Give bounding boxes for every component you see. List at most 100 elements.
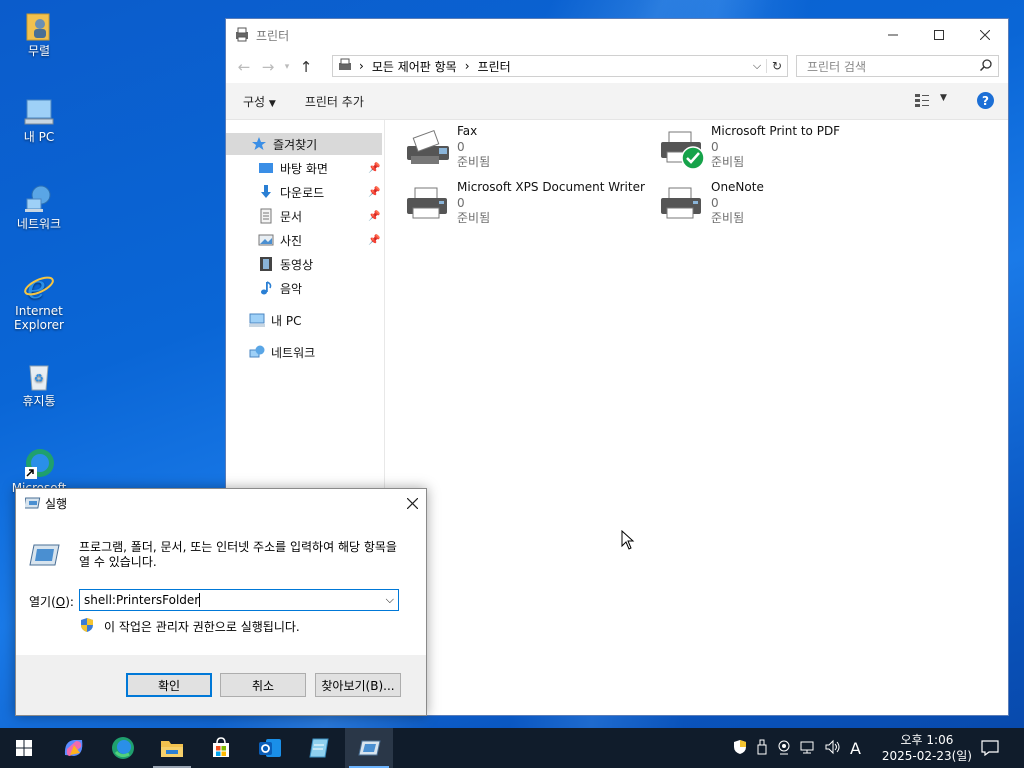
volume-icon[interactable] — [825, 739, 841, 758]
pin-icon: 📌 — [368, 211, 381, 222]
nav-item-downloads[interactable]: 다운로드 — [258, 181, 324, 203]
add-printer-button[interactable]: 프린터 추가 — [305, 93, 364, 110]
desktop-folder-icon — [258, 160, 274, 176]
desktop-icon-user-folder[interactable]: 무렬 — [6, 10, 72, 58]
taskbar: A 오후 1:06 2025-02-23(일) — [0, 728, 1024, 768]
notepad-taskbar-button[interactable] — [295, 728, 343, 768]
desktop-icon-this-pc[interactable]: 내 PC — [6, 96, 72, 144]
document-icon — [258, 208, 274, 224]
printer-icon — [405, 186, 453, 226]
notification-center-button[interactable] — [968, 728, 1012, 768]
star-icon — [251, 136, 267, 152]
help-icon[interactable]: ? — [977, 92, 994, 109]
network-status-icon[interactable] — [800, 739, 816, 758]
nav-item-desktop[interactable]: 바탕 화면 — [258, 157, 328, 179]
usb-device-icon[interactable] — [756, 739, 768, 758]
view-dropdown-chevron-icon[interactable]: ▼ — [940, 93, 947, 103]
refresh-icon[interactable]: ↻ — [766, 59, 787, 73]
nav-label: 문서 — [280, 209, 303, 224]
open-label-text: 열기( — [29, 595, 56, 609]
breadcrumb-control-panel-items[interactable]: 모든 제어판 항목 — [372, 58, 457, 75]
printer-item-xps-writer[interactable]: Microsoft XPS Document Writer 0 준비됨 — [405, 180, 645, 227]
picture-icon — [258, 232, 274, 248]
printer-status: 준비됨 — [711, 155, 745, 169]
run-close-button[interactable] — [400, 491, 424, 515]
printer-name: Fax — [457, 124, 478, 138]
search-icon — [979, 58, 992, 74]
clock[interactable]: 오후 1:06 2025-02-23(일) — [882, 732, 972, 764]
printer-item-print-to-pdf[interactable]: Microsoft Print to PDF 0 준비됨 — [659, 124, 840, 171]
printer-queue-count: 0 — [711, 139, 719, 154]
chevron-down-icon: ▼ — [268, 98, 276, 109]
run-dialog: 실행 프로그램, 폴더, 문서, 또는 인터넷 주소를 입력하여 해당 항목을 … — [15, 488, 427, 716]
desktop-icon-internet-explorer[interactable]: e Internet Explorer — [6, 268, 72, 332]
file-explorer-taskbar-button[interactable] — [148, 728, 196, 768]
printer-status: 준비됨 — [457, 211, 491, 225]
desktop-icon-network[interactable]: 네트워크 — [6, 183, 72, 231]
recent-chevron-icon[interactable]: ▾ — [280, 62, 294, 72]
nav-item-documents[interactable]: 문서 — [258, 205, 302, 227]
nav-label: 사진 — [280, 233, 303, 248]
browse-button[interactable]: 찾아보기(B)... — [315, 673, 401, 697]
admin-note: 이 작업은 관리자 권한으로 실행됩니다. — [104, 620, 300, 634]
open-input-value: shell:PrintersFolder — [84, 593, 200, 607]
up-arrow-icon[interactable]: ↑ — [294, 58, 318, 76]
nav-label: 바탕 화면 — [280, 161, 328, 176]
security-shield-icon[interactable] — [733, 739, 747, 758]
close-button[interactable] — [962, 19, 1008, 51]
organize-button[interactable]: 구성 ▼ — [243, 93, 276, 110]
printer-item-fax[interactable]: Fax 0 준비됨 — [405, 124, 490, 171]
search-box[interactable]: 프린터 검색 — [796, 55, 999, 77]
webcam-icon[interactable] — [777, 739, 791, 758]
printer-queue-count: 0 — [457, 139, 465, 154]
maximize-button[interactable] — [916, 19, 962, 51]
open-combobox[interactable]: shell:PrintersFolder ⌵ — [79, 589, 399, 611]
address-bar[interactable]: › 모든 제어판 항목 › 프린터 ⌵ ↻ — [332, 55, 788, 77]
printer-queue-count: 0 — [711, 195, 719, 210]
windows-logo-icon — [16, 740, 32, 756]
search-placeholder: 프린터 검색 — [807, 59, 867, 74]
forward-arrow-icon[interactable]: → — [256, 58, 280, 76]
desktop-icon-label: 휴지통 — [22, 394, 56, 408]
minimize-button[interactable] — [870, 19, 916, 51]
nav-item-network[interactable]: 네트워크 — [249, 341, 315, 363]
combobox-chevron-down-icon[interactable]: ⌵ — [386, 593, 394, 607]
mouse-cursor-icon — [621, 529, 635, 553]
breadcrumb-printers[interactable]: 프린터 — [478, 58, 511, 75]
nav-item-pictures[interactable]: 사진 — [258, 229, 302, 251]
pin-icon: 📌 — [368, 235, 381, 246]
ok-button[interactable]: 확인 — [126, 673, 212, 697]
copilot-icon — [64, 740, 83, 756]
internet-explorer-icon: e — [23, 268, 55, 306]
printer-item-onenote[interactable]: OneNote 0 준비됨 — [659, 180, 764, 227]
nav-item-music[interactable]: 음악 — [258, 277, 302, 299]
command-bar: 구성 ▼ 프린터 추가 ▼ ? — [226, 83, 1008, 120]
nav-item-favorites[interactable]: 즐겨찾기 — [251, 133, 317, 155]
desktop-icon-label: Internet Explorer — [14, 304, 64, 332]
start-button[interactable] — [0, 728, 48, 768]
outlook-taskbar-button[interactable] — [246, 728, 294, 768]
desktop-icon-label: 내 PC — [23, 130, 55, 144]
printer-name: Microsoft XPS Document Writer — [457, 180, 645, 194]
run-taskbar-button[interactable] — [345, 728, 393, 768]
nav-item-this-pc[interactable]: 내 PC — [249, 309, 301, 331]
nav-label: 즐겨찾기 — [273, 137, 318, 152]
window-title: 프린터 — [256, 28, 290, 43]
copilot-button[interactable] — [50, 728, 98, 768]
cancel-button[interactable]: 취소 — [220, 673, 306, 697]
ime-indicator[interactable]: A — [850, 739, 861, 758]
address-dropdown-chevron-icon[interactable]: ⌵ — [748, 59, 766, 73]
run-title-icon — [23, 496, 41, 513]
printer-window-icon — [234, 26, 250, 45]
nav-item-videos[interactable]: 동영상 — [258, 253, 313, 275]
view-options-icon[interactable] — [914, 93, 930, 110]
run-icon — [358, 740, 381, 756]
edge-taskbar-button[interactable] — [99, 728, 147, 768]
desktop-icon-recycle-bin[interactable]: ♻ 휴지통 — [6, 360, 72, 408]
system-tray: A — [733, 728, 861, 768]
printer-status: 준비됨 — [711, 211, 745, 225]
back-arrow-icon[interactable]: ← — [232, 58, 256, 76]
title-bar[interactable]: 프린터 — [226, 19, 1008, 51]
store-taskbar-button[interactable] — [197, 728, 245, 768]
default-printer-icon — [659, 130, 707, 170]
